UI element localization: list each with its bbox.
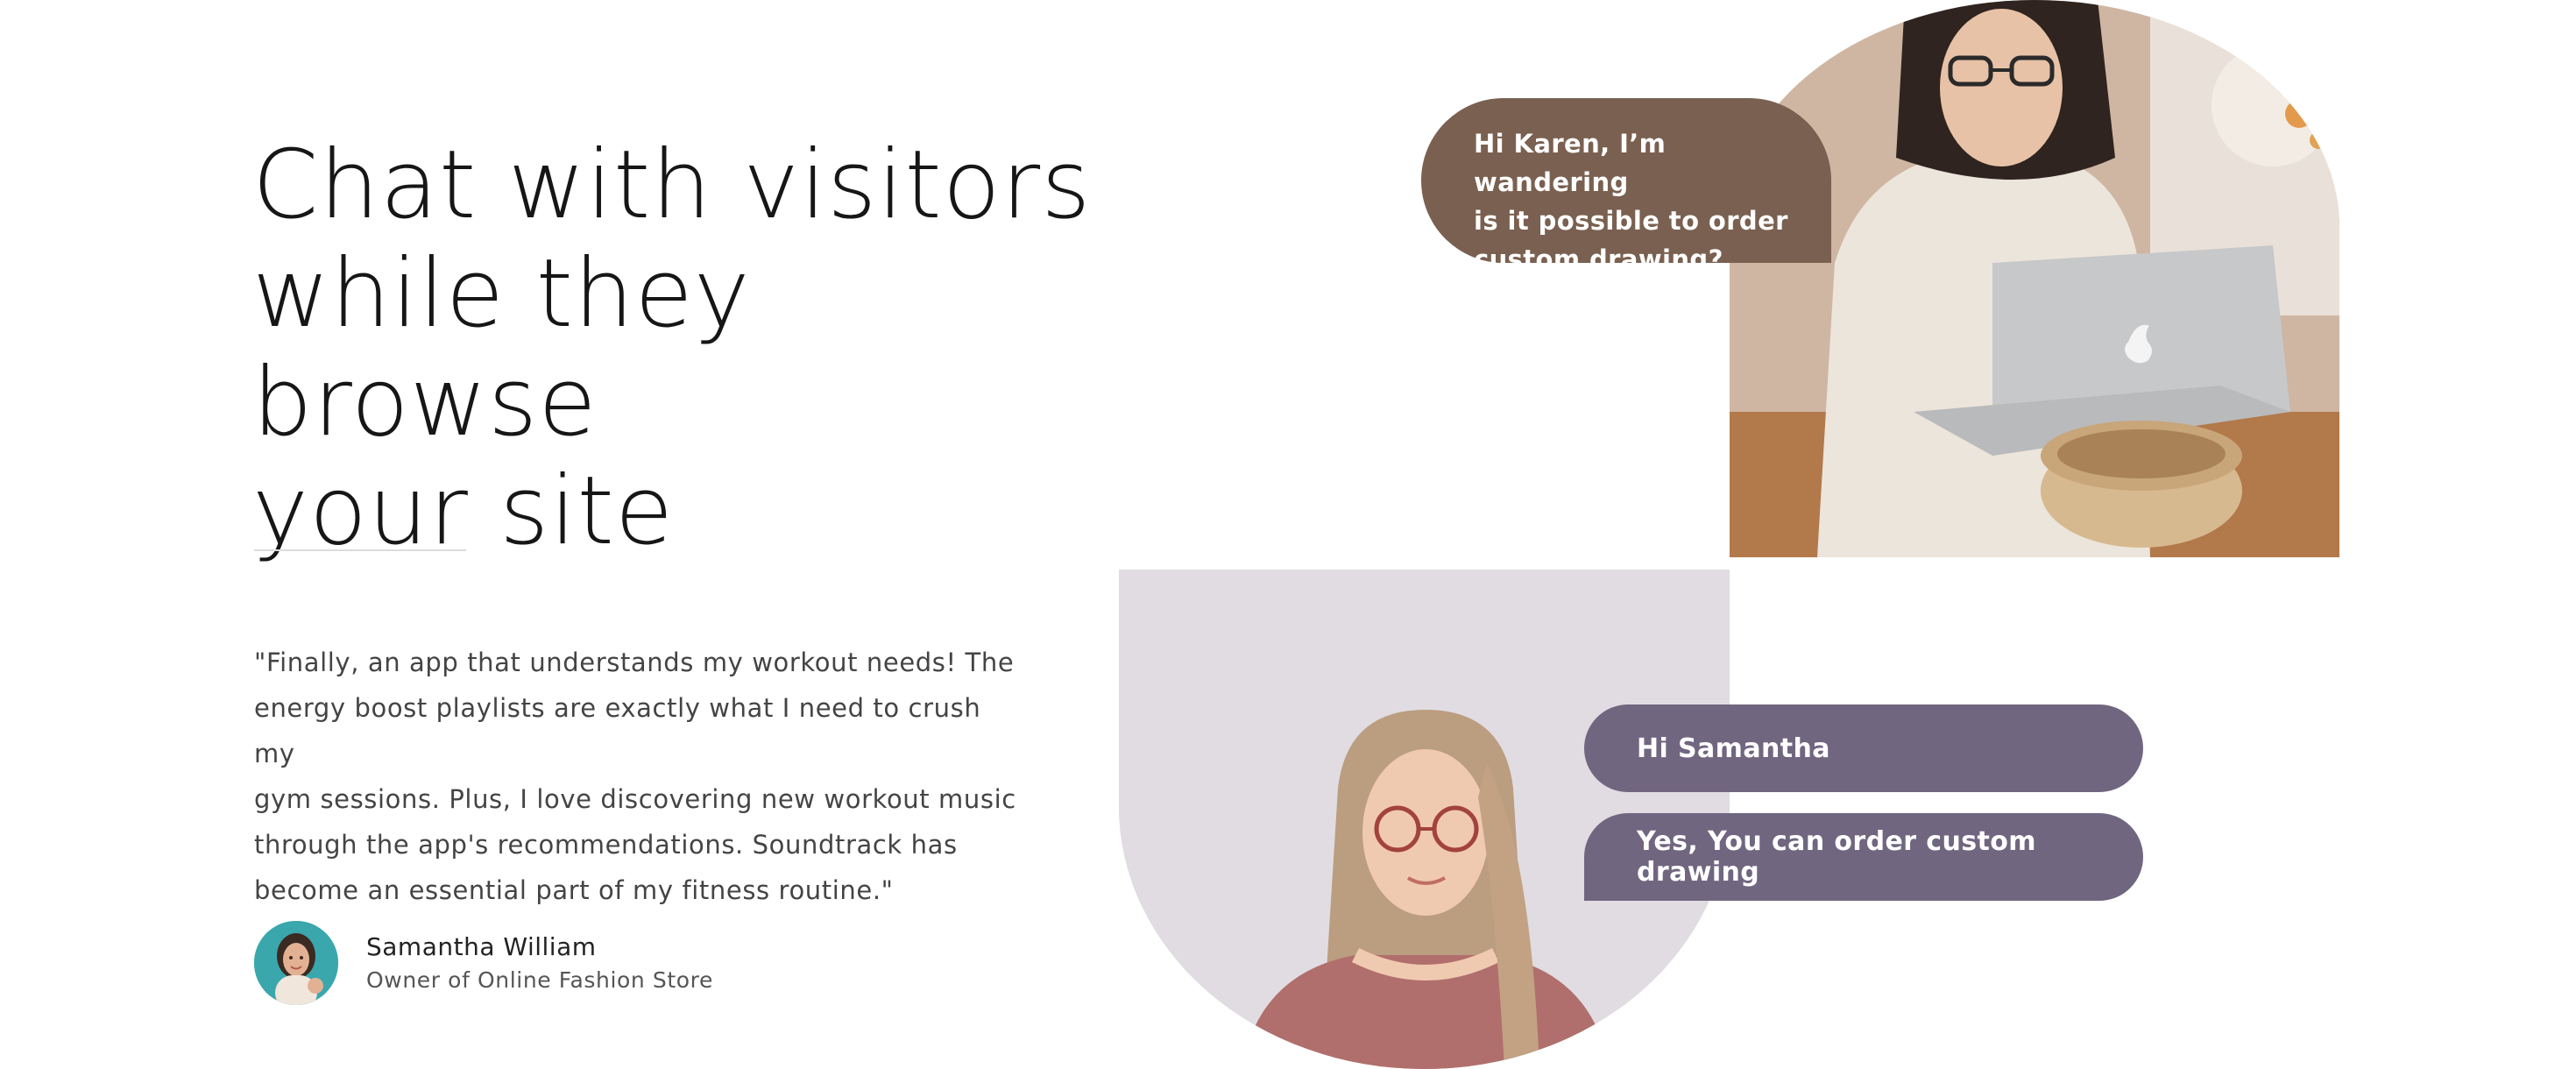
reply-text-greeting: Hi Samantha [1637, 733, 1830, 764]
quote-line-1: "Finally, an app that understands my wor… [254, 648, 1015, 677]
reply-bubble-answer: Yes, You can order custom drawing [1584, 813, 2143, 901]
woman-with-laptop-photo [1730, 0, 2339, 557]
avatar-portrait-icon [254, 921, 338, 1005]
author-name: Samantha William [366, 932, 597, 961]
author-role: Owner of Online Fashion Store [366, 967, 713, 993]
hero-headline: Chat with visitors while they browse you… [252, 131, 1111, 566]
headline-line-2: while they browse [252, 239, 751, 457]
reply-bubble-greeting: Hi Samantha [1584, 704, 2143, 792]
quote-line-4: through the app's recommendations. Sound… [254, 830, 958, 860]
visitor-message-line-1: Hi Karen, I’m wandering [1474, 129, 1667, 197]
testimonial-author: Samantha William Owner of Online Fashion… [254, 920, 713, 1006]
quote-line-3: gym sessions. Plus, I love discovering n… [254, 784, 1016, 814]
testimonial-quote: "Finally, an app that understands my wor… [254, 640, 1025, 913]
laptop-woman-illustration [1730, 0, 2339, 557]
author-avatar [254, 921, 338, 1005]
section-divider [254, 549, 466, 551]
headline-line-1: Chat with visitors [252, 131, 1092, 240]
visitor-message-line-2: is it possible to order [1474, 206, 1788, 236]
visitor-message-line-3: custom drawing? [1474, 244, 1723, 274]
quote-line-5: become an essential part of my fitness r… [254, 875, 894, 905]
visitor-message-bubble: Hi Karen, I’m wandering is it possible t… [1421, 98, 1831, 274]
quote-line-2: energy boost playlists are exactly what … [254, 693, 981, 768]
reply-text-answer: Yes, You can order custom drawing [1637, 826, 2036, 888]
